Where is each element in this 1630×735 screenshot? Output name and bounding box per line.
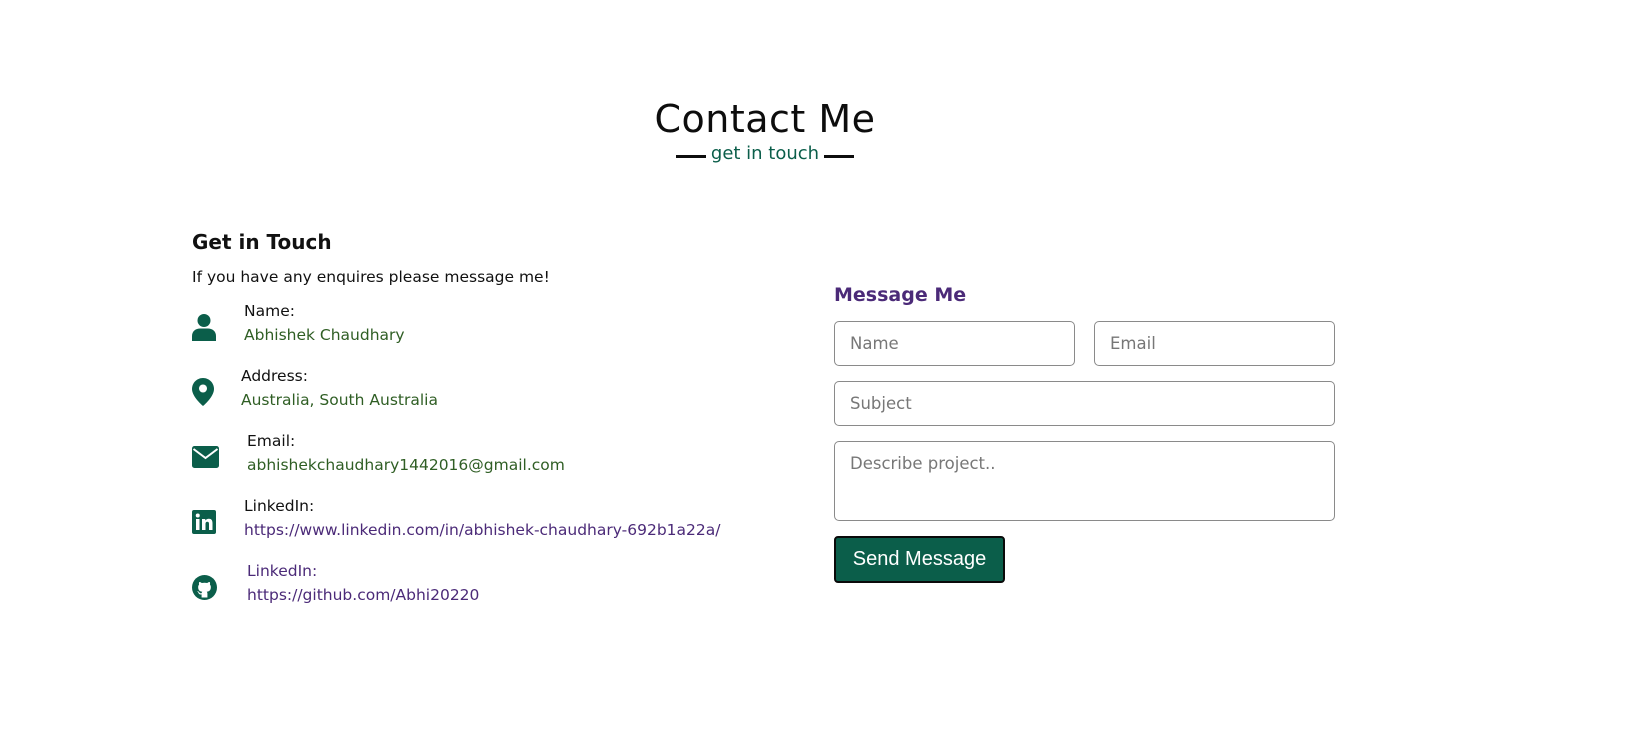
info-item-linkedin: LinkedIn: https://www.linkedin.com/in/ab… [192, 494, 792, 559]
email-input[interactable] [1094, 321, 1335, 366]
linkedin-icon[interactable] [192, 508, 220, 536]
linkedin-link[interactable]: https://www.linkedin.com/in/abhishek-cha… [244, 521, 720, 539]
info-label: Email: [247, 432, 296, 450]
contact-page: Contact Me get in touch Get in Touch If … [0, 0, 1630, 735]
subtitle-right-line [824, 154, 855, 158]
name-input[interactable] [834, 321, 1075, 366]
info-label: Name: [244, 302, 295, 320]
message-form: Message Me Send Message [834, 282, 1335, 583]
github-icon[interactable] [192, 573, 220, 601]
info-text-name: Name: Abhishek Chaudhary [244, 299, 405, 347]
description-textarea[interactable] [834, 441, 1335, 521]
contact-info-list: Name: Abhishek Chaudhary Address: Austra… [192, 299, 792, 624]
contact-info-heading: Get in Touch [192, 230, 332, 254]
info-label: Address: [241, 367, 308, 385]
envelope-icon [192, 443, 220, 471]
info-item-github: LinkedIn: https://github.com/Abhi20220 [192, 559, 792, 624]
user-icon [192, 313, 220, 341]
github-link[interactable]: https://github.com/Abhi20220 [247, 586, 479, 604]
subtitle-row: get in touch [0, 142, 1530, 166]
email-value: abhishekchaudhary1442016@gmail.com [247, 456, 565, 474]
info-text-linkedin: LinkedIn: https://www.linkedin.com/in/ab… [244, 494, 720, 542]
form-title: Message Me [834, 284, 967, 306]
info-label: LinkedIn: [247, 562, 318, 580]
info-item-address: Address: Australia, South Australia [192, 364, 792, 429]
location-pin-icon [192, 378, 220, 406]
address-value: Australia, South Australia [241, 391, 438, 409]
send-message-button[interactable]: Send Message [834, 536, 1005, 583]
info-item-name: Name: Abhishek Chaudhary [192, 299, 792, 364]
contact-info-section: Get in Touch If you have any enquires pl… [192, 229, 792, 624]
info-text-github: LinkedIn: https://github.com/Abhi20220 [247, 559, 479, 607]
contact-header: Contact Me get in touch [0, 96, 1530, 166]
page-subtitle: get in touch [710, 143, 820, 164]
name-value: Abhishek Chaudhary [244, 326, 405, 344]
info-item-email: Email: abhishekchaudhary1442016@gmail.co… [192, 429, 792, 494]
contact-info-intro: If you have any enquires please message … [192, 268, 550, 286]
info-label: LinkedIn: [244, 497, 315, 515]
subtitle-left-line [675, 154, 706, 158]
page-title: Contact Me [654, 97, 876, 141]
info-text-address: Address: Australia, South Australia [241, 364, 438, 412]
subject-input[interactable] [834, 381, 1335, 426]
info-text-email: Email: abhishekchaudhary1442016@gmail.co… [247, 429, 565, 477]
